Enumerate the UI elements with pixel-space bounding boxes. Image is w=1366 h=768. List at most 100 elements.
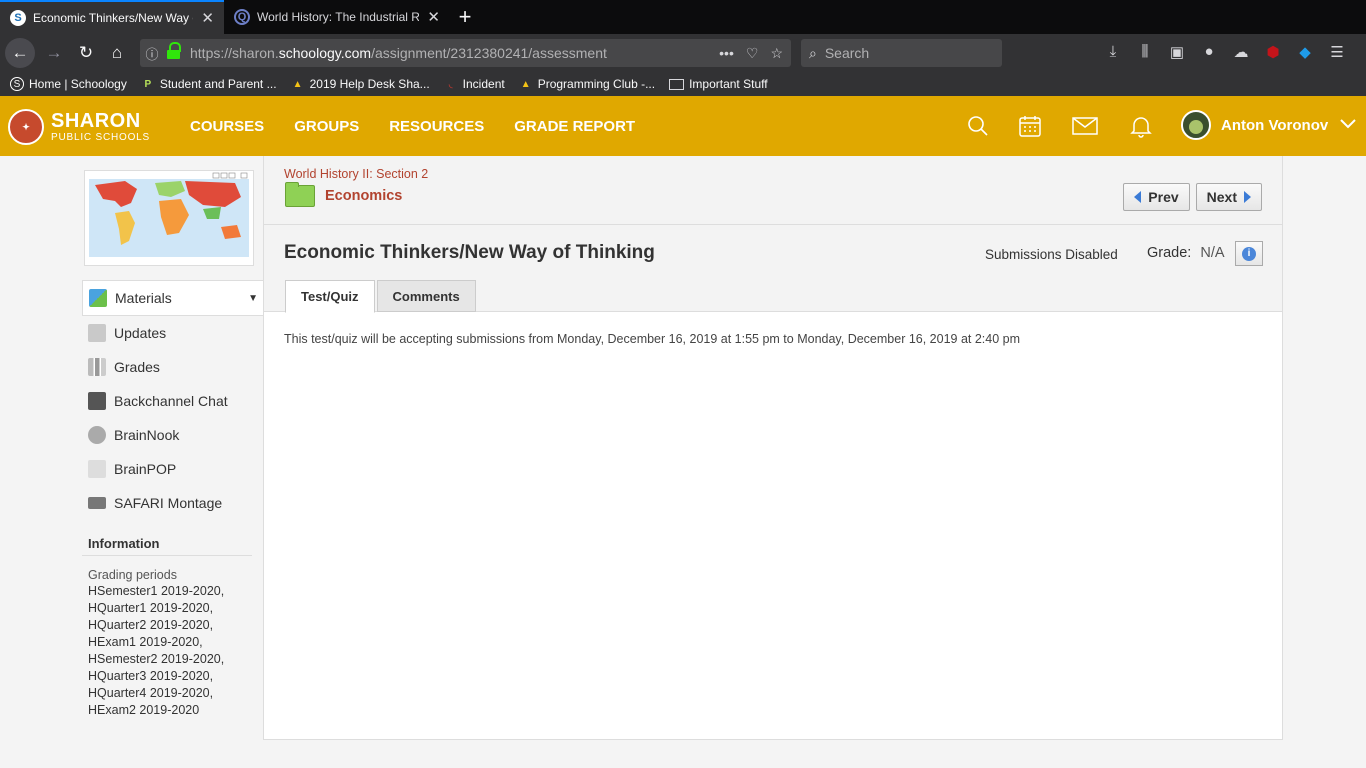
grading-period: HQuarter1 2019-2020, — [88, 601, 214, 615]
nav-groups[interactable]: GROUPS — [294, 118, 359, 135]
grades-icon — [88, 358, 106, 376]
bookmark-label: Important Stuff — [689, 77, 768, 91]
menu-label: BrainNook — [114, 427, 180, 443]
tab-comments[interactable]: Comments — [376, 280, 476, 312]
main-content: World History II: Section 2 Economics Pr… — [263, 156, 1283, 740]
updates-icon — [88, 324, 106, 342]
bookmark-item[interactable]: ▲ Programming Club -... — [519, 77, 655, 91]
page-actions-icon[interactable]: ••• — [719, 45, 734, 62]
extension-icon[interactable]: ☁ — [1231, 43, 1251, 61]
chevron-down-icon — [1340, 116, 1356, 134]
bookmark-label: Programming Club -... — [537, 77, 656, 91]
nav-grade-report[interactable]: GRADE REPORT — [514, 118, 635, 135]
prev-label: Prev — [1148, 189, 1179, 205]
ublock-icon[interactable]: ⬢ — [1263, 43, 1283, 61]
site-info-icon[interactable]: ⓘ — [140, 44, 164, 63]
grade-display: Grade: N/A — [1147, 245, 1225, 261]
folder-icon — [669, 78, 685, 90]
extension-blue-icon[interactable]: ◆ — [1295, 43, 1315, 61]
close-tab-icon[interactable]: ✕ — [427, 8, 440, 26]
menu-item-updates[interactable]: Updates — [82, 316, 264, 350]
menu-item-brainnook[interactable]: BrainNook — [82, 418, 264, 452]
world-map-image — [85, 171, 253, 265]
menu-item-safari-montage[interactable]: SAFARI Montage — [82, 486, 264, 520]
search-placeholder: Search — [824, 45, 870, 61]
mail-icon[interactable] — [1072, 114, 1098, 138]
library-icon[interactable]: ⫼ — [1135, 43, 1155, 61]
browser-search-field[interactable]: ⌕ Search — [801, 39, 1002, 67]
folder-name: Economics — [325, 188, 403, 204]
menu-item-backchannel-chat[interactable]: Backchannel Chat — [82, 384, 264, 418]
grading-periods-label: Grading periods — [88, 568, 177, 582]
bookmark-label: Home | Schoology — [29, 77, 127, 91]
browser-toolbar: ← → ↻ ⌂ ⓘ https://sharon. schoology.com/a… — [0, 34, 1366, 72]
bookmark-item[interactable]: ◟ Incident — [444, 77, 505, 91]
browser-tab-active[interactable]: S Economic Thinkers/New Way of Thinking … — [0, 0, 224, 34]
user-menu[interactable]: Anton Voronov — [1181, 110, 1356, 140]
home-icon[interactable]: ⌂ — [103, 39, 131, 67]
account-icon[interactable]: ● — [1199, 43, 1219, 61]
schoology-icon: S — [10, 77, 24, 91]
sidebar-toggle-icon[interactable]: ▣ — [1167, 43, 1187, 61]
folder-link[interactable]: Economics — [285, 182, 403, 207]
url-path: /assignment/2312380241/assessment — [371, 45, 607, 61]
close-tab-icon[interactable]: ✕ — [201, 9, 214, 27]
search-icon: ⌕ — [809, 44, 817, 61]
prev-button[interactable]: Prev — [1123, 183, 1190, 211]
browser-tab-inactive[interactable]: Q World History: The Industrial Revoluti… — [224, 0, 450, 34]
menu-item-brainpop[interactable]: BrainPOP — [82, 452, 264, 486]
incident-icon: ◟ — [448, 78, 453, 90]
pager: Prev Next — [1123, 183, 1262, 211]
parentsquare-icon: P — [144, 78, 152, 90]
menu-label: Grades — [114, 359, 160, 375]
secure-lock-icon[interactable] — [166, 41, 182, 60]
bookmark-label: 2019 Help Desk Sha... — [309, 77, 430, 91]
grading-period: HSemester2 2019-2020, — [88, 652, 225, 666]
folder-icon — [285, 182, 315, 207]
bookmark-item[interactable]: ▲ 2019 Help Desk Sha... — [291, 77, 430, 91]
bookmark-item[interactable]: S Home | Schoology — [10, 77, 127, 91]
grade-info-button[interactable]: i — [1235, 241, 1263, 266]
url-bar[interactable]: ⓘ https://sharon. schoology.com/assignmen… — [140, 39, 791, 67]
grade-value: N/A — [1200, 245, 1225, 261]
info-icon: i — [1242, 246, 1256, 261]
menu-label: SAFARI Montage — [114, 495, 223, 511]
tab-test-quiz[interactable]: Test/Quiz — [285, 280, 375, 313]
drive-icon: ▲ — [292, 78, 303, 90]
url-prefix: https://sharon. — [190, 45, 279, 61]
submission-window-notice: This test/quiz will be accepting submiss… — [284, 332, 1021, 346]
menu-hamburger-icon[interactable]: ☰ — [1327, 43, 1347, 61]
bookmarks-bar: S Home | Schoology P Student and Parent … — [0, 72, 1366, 96]
bookmark-star-icon[interactable]: ☆ — [770, 45, 783, 62]
menu-label: BrainPOP — [114, 461, 177, 477]
back-arrow-icon[interactable]: ← — [5, 38, 35, 68]
school-logo[interactable]: ✦ SHARON PUBLIC SCHOOLS — [8, 109, 150, 145]
information-heading: Information — [82, 536, 252, 556]
logo-line-2: PUBLIC SCHOOLS — [51, 132, 151, 143]
tab-title: World History: The Industrial Revolution — [257, 10, 420, 24]
grading-periods-list: HSemester1 2019-2020, HQuarter1 2019-202… — [82, 583, 264, 719]
course-sidebar: Materials ▼ Updates Grades Backchannel C… — [82, 170, 264, 719]
caret-down-icon[interactable]: ▼ — [248, 293, 258, 304]
search-icon[interactable] — [965, 114, 991, 138]
menu-item-materials[interactable]: Materials ▼ — [82, 280, 264, 316]
nav-resources[interactable]: RESOURCES — [389, 118, 484, 135]
bookmark-item[interactable]: P Student and Parent ... — [141, 77, 277, 91]
nav-courses[interactable]: COURSES — [190, 118, 264, 135]
reload-icon[interactable]: ↻ — [72, 39, 100, 67]
forward-arrow-icon[interactable]: → — [40, 39, 68, 67]
breadcrumb[interactable]: World History II: Section 2 — [284, 167, 428, 181]
next-button[interactable]: Next — [1195, 183, 1262, 211]
breadcrumb-area: World History II: Section 2 Economics Pr… — [264, 156, 1282, 225]
notification-bell-icon[interactable] — [1128, 114, 1154, 138]
schoology-favicon-icon: S — [10, 10, 26, 26]
menu-label: Updates — [114, 325, 167, 341]
grading-period: HExam1 2019-2020, — [88, 635, 203, 649]
bookmark-label: Student and Parent ... — [159, 77, 277, 91]
bookmark-item[interactable]: Important Stuff — [669, 77, 768, 91]
download-icon[interactable]: ⤓ — [1103, 43, 1123, 61]
menu-item-grades[interactable]: Grades — [82, 350, 264, 384]
new-tab-plus-icon[interactable]: + — [452, 4, 478, 30]
pocket-icon[interactable]: ♡ — [746, 45, 759, 62]
calendar-icon[interactable] — [1017, 114, 1043, 138]
